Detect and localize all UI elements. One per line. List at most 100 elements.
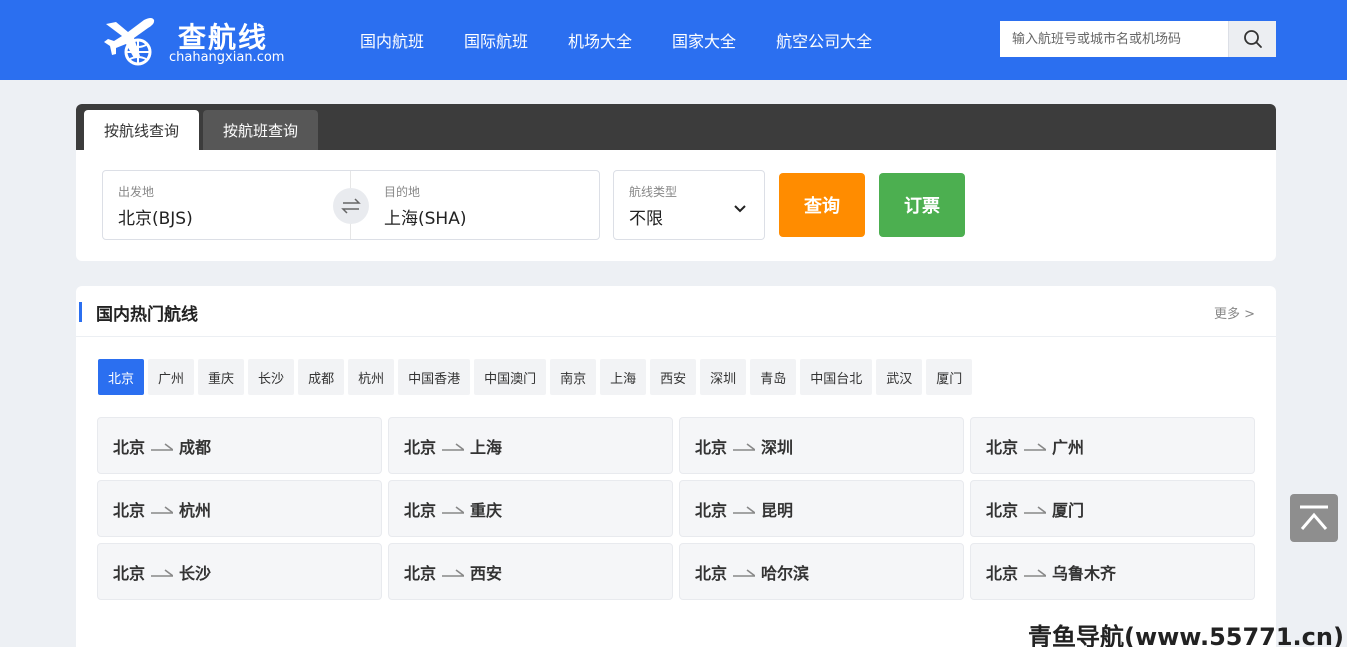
departure-value: 北京(BJS): [118, 209, 193, 229]
route-card[interactable]: 北京 厦门: [970, 480, 1255, 537]
query-button[interactable]: 查询: [779, 173, 865, 237]
flight-arrow-icon: [442, 441, 465, 451]
route-grid: 北京 成都 北京 上海 北京 深圳 北京 广州 北京 杭州 北京 重庆 北京 昆明 北京 厦门 北京 长沙 北京 西安…: [97, 417, 1255, 600]
route-card[interactable]: 北京 上海: [388, 417, 673, 474]
flight-arrow-icon: [151, 441, 174, 451]
city-tab[interactable]: 成都: [298, 359, 345, 395]
flight-arrow-icon: [442, 504, 465, 514]
route-card[interactable]: 北京 重庆: [388, 480, 673, 537]
city-filter-tabs: 北京 广州 重庆 长沙 成都 杭州 中国香港 中国澳门 南京 上海 西安 深圳 …: [98, 359, 976, 395]
route-origin: 北京: [986, 500, 1019, 520]
city-tab[interactable]: 深圳: [700, 359, 747, 395]
city-tab[interactable]: 长沙: [248, 359, 295, 395]
route-origin: 北京: [113, 563, 146, 583]
route-destination: 乌鲁木齐: [1052, 563, 1117, 583]
destination-label: 目的地: [384, 185, 421, 199]
airplane-globe-logo-icon: [104, 18, 155, 66]
nav-airports[interactable]: 机场大全: [568, 28, 632, 52]
route-type-select[interactable]: 航线类型 不限: [613, 170, 765, 240]
city-tab[interactable]: 武汉: [876, 359, 923, 395]
back-to-top-button[interactable]: [1290, 494, 1338, 542]
destination-value: 上海(SHA): [384, 209, 467, 229]
route-destination: 成都: [179, 437, 212, 457]
tab-search-by-flight[interactable]: 按航班查询: [203, 110, 319, 150]
city-tab[interactable]: 上海: [600, 359, 647, 395]
city-tab[interactable]: 杭州: [348, 359, 395, 395]
main-nav: 国内航班 国际航班 机场大全 国家大全 航空公司大全: [360, 28, 912, 52]
route-destination: 厦门: [1052, 500, 1085, 520]
route-origin: 北京: [695, 437, 728, 457]
tab-search-by-route[interactable]: 按航线查询: [84, 110, 200, 150]
flight-arrow-icon: [733, 441, 756, 451]
route-destination: 重庆: [470, 500, 503, 520]
flight-arrow-icon: [151, 504, 174, 514]
logo-domain: chahangxian.com: [169, 50, 285, 65]
route-destination: 上海: [470, 437, 503, 457]
route-destination: 深圳: [761, 437, 794, 457]
flight-arrow-icon: [1024, 567, 1047, 577]
site-logo[interactable]: 查航线 chahangxian.com: [104, 14, 304, 68]
city-tab[interactable]: 南京: [550, 359, 597, 395]
departure-field[interactable]: 出发地 北京(BJS): [103, 171, 351, 239]
route-card[interactable]: 北京 长沙: [97, 543, 382, 600]
more-link[interactable]: 更多 >: [1214, 303, 1255, 322]
book-button[interactable]: 订票: [879, 173, 965, 237]
city-tab[interactable]: 重庆: [198, 359, 245, 395]
city-tab[interactable]: 青岛: [750, 359, 797, 395]
flight-arrow-icon: [733, 567, 756, 577]
route-origin: 北京: [695, 563, 728, 583]
swap-arrows-icon: [341, 198, 361, 214]
flight-arrow-icon: [442, 567, 465, 577]
route-card[interactable]: 北京 杭州: [97, 480, 382, 537]
city-tab[interactable]: 北京: [98, 359, 145, 395]
route-origin: 北京: [113, 437, 146, 457]
watermark-text: 青鱼导航(www.55771.cn): [1028, 623, 1344, 647]
route-selector: 出发地 北京(BJS) 目的地 上海(SHA): [102, 170, 600, 240]
route-origin: 北京: [986, 437, 1019, 457]
nav-domestic-flights[interactable]: 国内航班: [360, 28, 424, 52]
flight-arrow-icon: [1024, 504, 1047, 514]
search-button[interactable]: [1228, 21, 1276, 57]
flight-arrow-icon: [1024, 441, 1047, 451]
route-card[interactable]: 北京 乌鲁木齐: [970, 543, 1255, 600]
route-destination: 长沙: [179, 563, 212, 583]
swap-cities-button[interactable]: [333, 188, 369, 224]
flight-arrow-icon: [151, 567, 174, 577]
nav-international-flights[interactable]: 国际航班: [464, 28, 528, 52]
city-tab[interactable]: 西安: [650, 359, 697, 395]
section-header: 国内热门航线 更多 >: [76, 286, 1276, 337]
route-origin: 北京: [695, 500, 728, 520]
nav-countries[interactable]: 国家大全: [672, 28, 736, 52]
route-card[interactable]: 北京 昆明: [679, 480, 964, 537]
arrow-up-to-top-icon: [1300, 505, 1328, 530]
route-origin: 北京: [113, 500, 146, 520]
city-tab[interactable]: 中国澳门: [474, 359, 547, 395]
route-card[interactable]: 北京 哈尔滨: [679, 543, 964, 600]
city-tab[interactable]: 厦门: [926, 359, 973, 395]
header-search: [1000, 21, 1276, 57]
route-card[interactable]: 北京 西安: [388, 543, 673, 600]
route-destination: 广州: [1052, 437, 1085, 457]
route-card[interactable]: 北京 成都: [97, 417, 382, 474]
route-card[interactable]: 北京 深圳: [679, 417, 964, 474]
search-icon: [1243, 30, 1262, 48]
section-title: 国内热门航线: [96, 305, 198, 325]
route-destination: 西安: [470, 563, 503, 583]
section-accent-bar: [79, 302, 82, 322]
route-type-value: 不限: [629, 209, 663, 229]
departure-label: 出发地: [118, 185, 155, 199]
route-card[interactable]: 北京 广州: [970, 417, 1255, 474]
flight-search-panel: 按航线查询 按航班查询 出发地 北京(BJS) 目的地 上海(SHA) 航线类型…: [76, 104, 1276, 261]
top-header: 查航线 chahangxian.com 国内航班 国际航班 机场大全 国家大全 …: [0, 0, 1347, 80]
destination-field[interactable]: 目的地 上海(SHA): [369, 171, 599, 239]
route-type-label: 航线类型: [629, 185, 678, 199]
city-tab[interactable]: 中国台北: [800, 359, 873, 395]
nav-airlines[interactable]: 航空公司大全: [776, 28, 872, 52]
city-tab[interactable]: 广州: [148, 359, 195, 395]
search-input[interactable]: [1000, 21, 1228, 57]
route-origin: 北京: [404, 563, 437, 583]
city-tab[interactable]: 中国香港: [398, 359, 471, 395]
route-origin: 北京: [404, 437, 437, 457]
hot-routes-section: 国内热门航线 更多 > 北京 广州 重庆 长沙 成都 杭州 中国香港 中国澳门 …: [76, 286, 1276, 647]
route-destination: 哈尔滨: [761, 563, 810, 583]
